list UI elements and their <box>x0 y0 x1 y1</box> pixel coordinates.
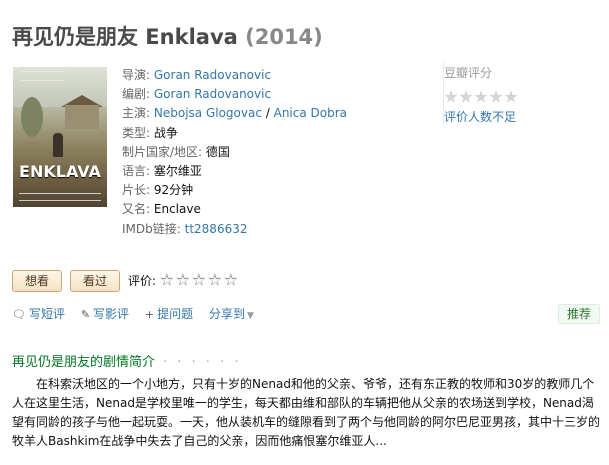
write-review-link[interactable]: ✎ 写影评 <box>81 305 129 324</box>
rate-star-icon[interactable] <box>192 273 206 286</box>
aka-value: Enclave <box>153 202 201 217</box>
star-icon <box>459 90 473 103</box>
heading-dots: · · · · · · <box>163 355 242 370</box>
question-label: 提问题 <box>157 307 194 321</box>
review-label: 写影评 <box>93 307 130 321</box>
poster-credits <box>21 71 65 81</box>
cast-row: 主演: Nebojsa Glogovac / Anica Dobra <box>122 104 422 123</box>
aka-row: 又名: Enclave <box>122 200 422 219</box>
runtime-value: 92分钟 <box>153 183 194 198</box>
star-icon <box>474 90 488 103</box>
poster-title: ENKLAVA <box>19 162 101 181</box>
my-rating: 评价: <box>128 272 240 290</box>
write-short-review-link[interactable]: 🗨 写短评 <box>12 305 65 324</box>
genre-value: 战争 <box>153 125 178 140</box>
poster-tree <box>21 97 43 137</box>
synopsis-text: 在科索沃地区的一个小地方，只有十岁的Nenad和他的父亲、爷爷，还有东正教的牧师… <box>12 377 601 448</box>
cast-separator: / <box>261 106 274 121</box>
writer-label: 编剧: <box>122 87 151 102</box>
runtime-row: 片长: 92分钟 <box>122 181 422 200</box>
director-link[interactable]: Goran Radovanovic <box>154 68 271 82</box>
movie-poster[interactable]: ENKLAVA <box>13 67 107 207</box>
rate-star-icon[interactable] <box>208 273 222 286</box>
movie-year: (2014) <box>245 25 323 49</box>
cast-label: 主演: <box>122 106 151 121</box>
language-label: 语言: <box>122 163 151 178</box>
runtime-label: 片长: <box>122 183 151 198</box>
want-to-watch-button[interactable]: 想看 <box>12 270 62 292</box>
short-review-label: 写短评 <box>28 307 65 321</box>
imdb-label: IMDb链接: <box>122 221 181 236</box>
director-label: 导演: <box>122 68 151 82</box>
rate-star-icon[interactable] <box>224 273 238 286</box>
language-value: 塞尔维亚 <box>153 163 202 178</box>
poster-house <box>65 105 99 129</box>
country-value: 德国 <box>205 144 230 159</box>
page-title: 再见仍是朋友 Enklava (2014) <box>12 21 323 51</box>
rate-star-icon[interactable] <box>176 273 190 286</box>
star-icon <box>444 90 458 103</box>
share-label: 分享到 <box>208 307 245 321</box>
star-icon <box>504 90 518 103</box>
aka-label: 又名: <box>122 202 151 217</box>
pencil-icon: ✎ <box>80 308 91 321</box>
watched-button[interactable]: 看过 <box>70 270 120 292</box>
cast-link-2[interactable]: Anica Dobra <box>274 106 347 120</box>
genre-label: 类型: <box>122 125 151 140</box>
imdb-link[interactable]: tt2886632 <box>185 222 248 236</box>
action-bar: 🗨 写短评 ✎ 写影评 + 提问题 分享到 ▼ <box>12 305 266 323</box>
movie-info: 导演: Goran Radovanovic 编剧: Goran Radovano… <box>122 66 422 239</box>
cast-link-1[interactable]: Nebojsa Glogovac <box>154 106 262 120</box>
ask-question-link[interactable]: + 提问题 <box>145 305 193 324</box>
synopsis-heading: 再见仍是朋友的剧情简介 · · · · · · <box>12 351 241 370</box>
imdb-row: IMDb链接: tt2886632 <box>122 220 422 239</box>
director-row: 导演: Goran Radovanovic <box>122 66 422 85</box>
chevron-down-icon: ▼ <box>246 311 254 321</box>
poster-logos <box>19 193 101 201</box>
star-icon <box>489 90 503 103</box>
genre-row: 类型: 战争 <box>122 124 422 143</box>
poster-figure <box>53 133 63 157</box>
recommend-button[interactable]: 推荐 <box>558 304 600 324</box>
synopsis-heading-text: 再见仍是朋友的剧情简介 <box>12 355 156 370</box>
rate-label: 评价: <box>128 274 157 288</box>
share-dropdown[interactable]: 分享到 ▼ <box>209 305 254 325</box>
plus-icon: + <box>144 308 155 321</box>
insufficient-ratings-link[interactable]: 评价人数不足 <box>444 108 593 126</box>
writer-link[interactable]: Goran Radovanovic <box>154 87 271 101</box>
writer-row: 编剧: Goran Radovanovic <box>122 85 422 104</box>
language-row: 语言: 塞尔维亚 <box>122 162 422 181</box>
douban-rating-panel: 豆瓣评分 评价人数不足 <box>443 62 593 126</box>
rate-star-icon[interactable] <box>160 273 174 286</box>
country-label: 制片国家/地区: <box>122 144 203 159</box>
movie-title: 再见仍是朋友 Enklava <box>12 25 238 49</box>
rating-title: 豆瓣评分 <box>444 66 493 80</box>
country-row: 制片国家/地区: 德国 <box>122 143 422 162</box>
rating-stars <box>444 90 593 104</box>
speech-bubble-icon: 🗨 <box>12 308 26 321</box>
